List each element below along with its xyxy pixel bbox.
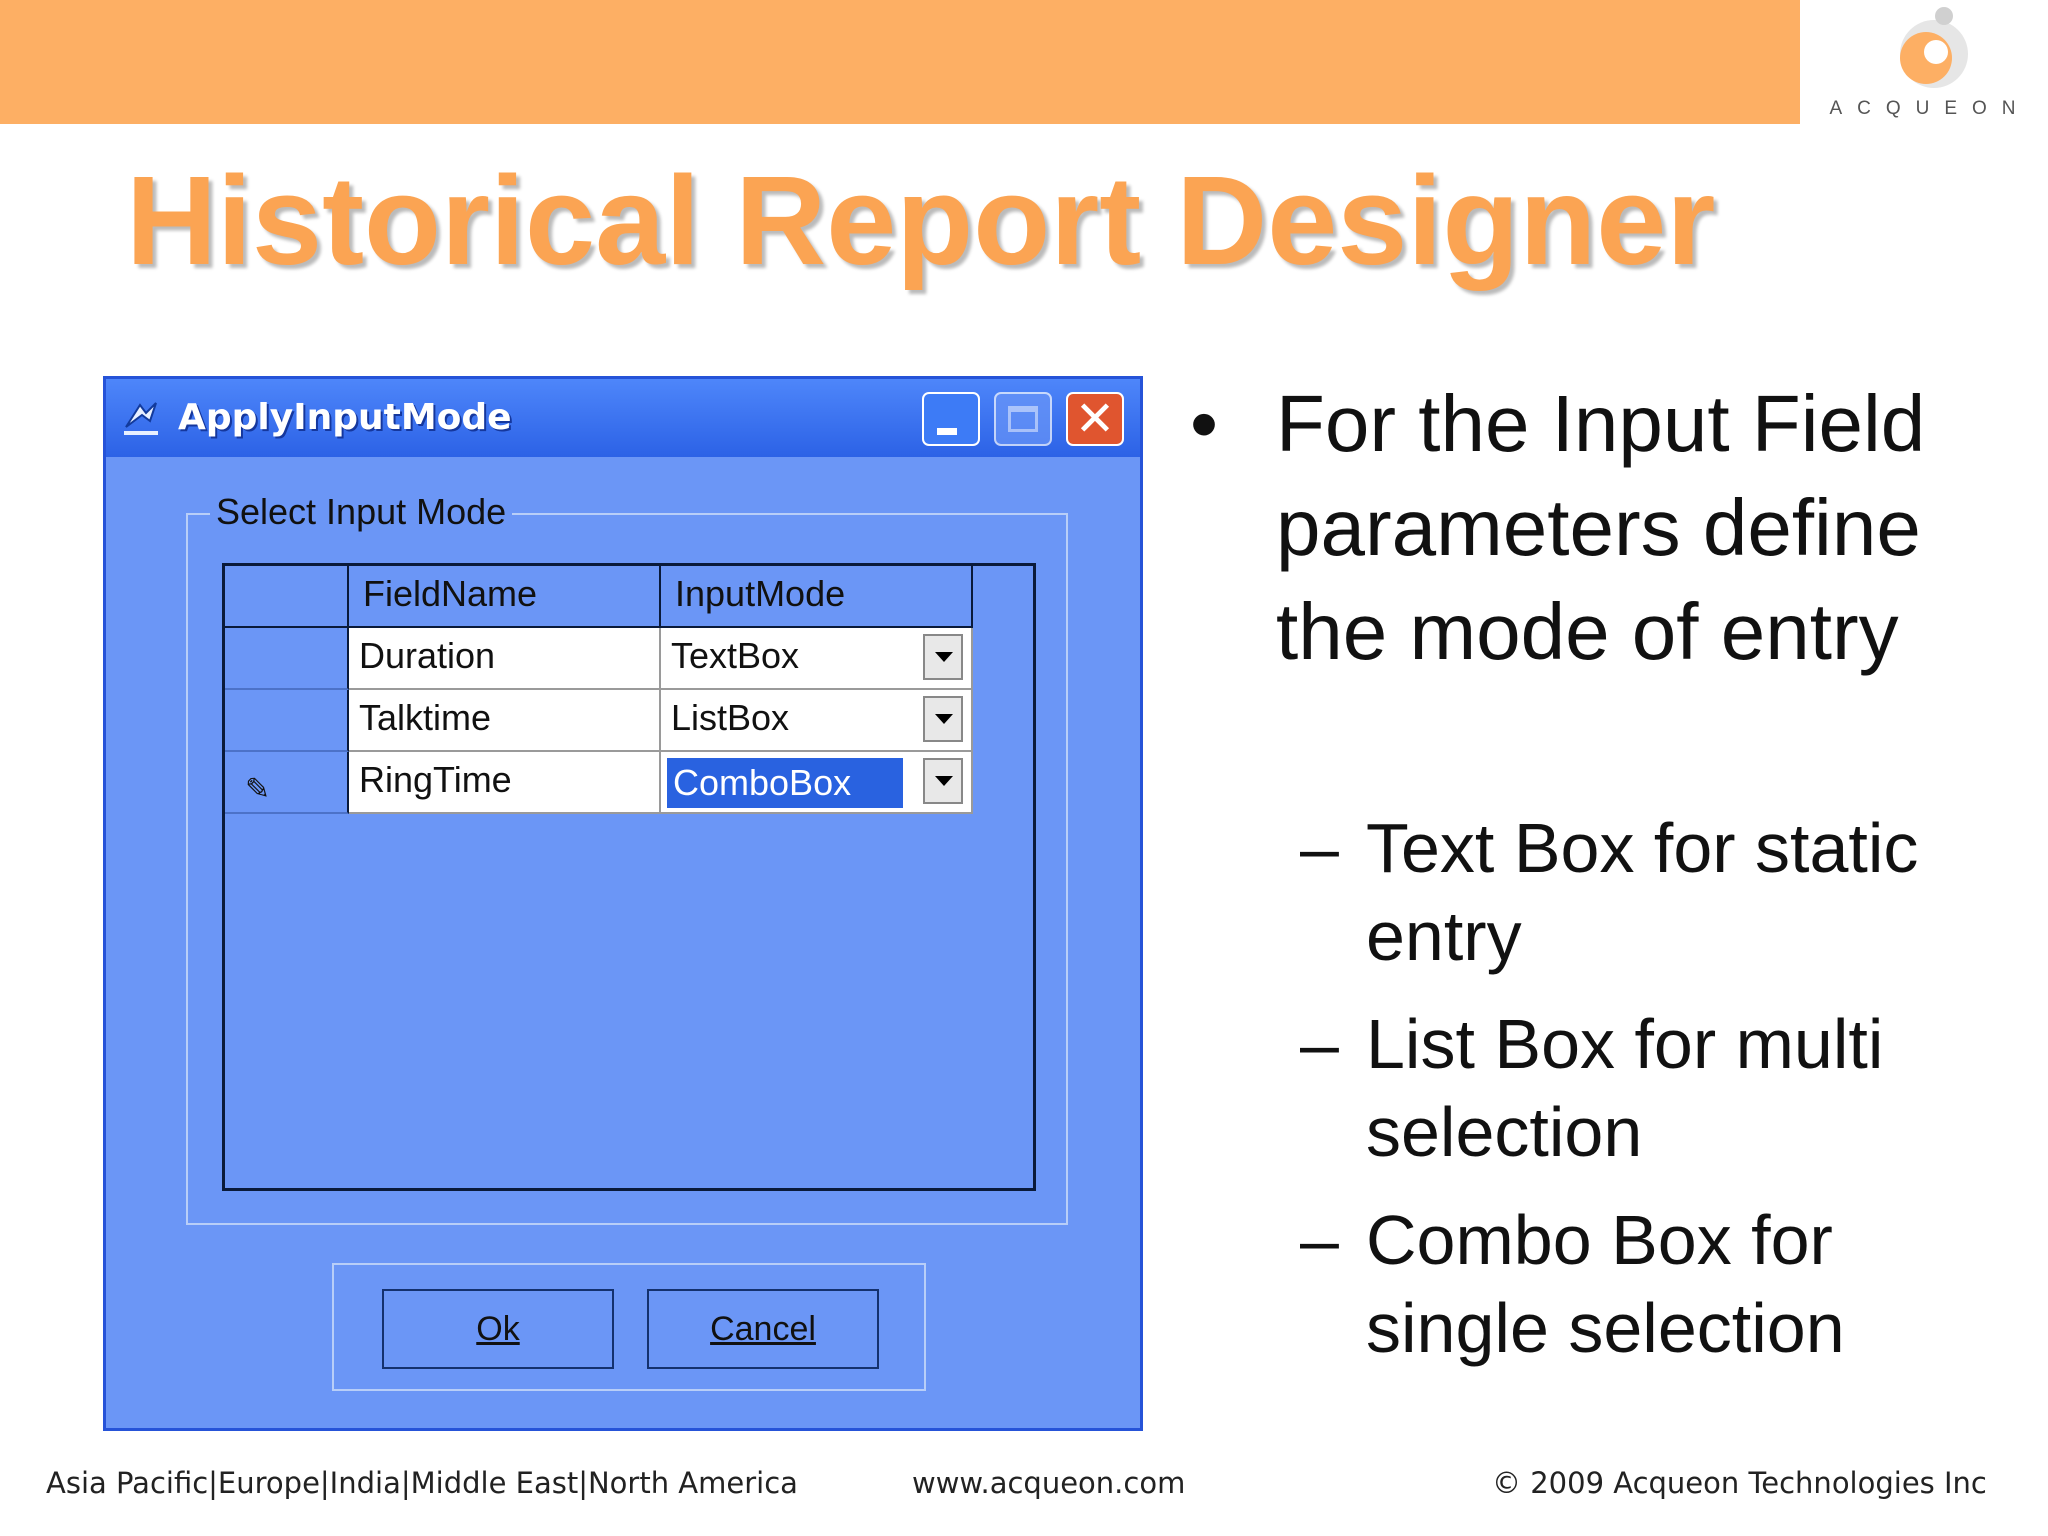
dialog-titlebar[interactable]: ApplyInputMode ✕ [106,379,1140,457]
table-row-field-cell[interactable]: RingTime [349,752,661,814]
footer-regions: Asia Pacific|Europe|India|Middle East|No… [46,1466,798,1500]
row-selector[interactable] [225,628,349,690]
minimize-icon [937,428,957,435]
column-header-inputmode[interactable]: InputMode [661,566,973,628]
dropdown-button[interactable] [923,634,963,680]
sub-bullet-marker: – [1300,1005,1339,1083]
sub-bullet-text: List Box for multi selection [1366,1005,1884,1171]
dialog-title: ApplyInputMode [178,397,512,438]
footer-url[interactable]: www.acqueon.com [912,1466,1185,1500]
close-button[interactable]: ✕ [1066,392,1124,446]
apply-input-mode-dialog: ApplyInputMode ✕ Select Input Mode Field… [103,376,1143,1431]
dropdown-button[interactable] [923,758,963,804]
bullet-marker: • [1190,379,1219,468]
select-value: TextBox [671,635,800,676]
minimize-button[interactable] [922,392,980,446]
input-mode-grid: FieldName InputMode Duration TextBox Tal… [222,563,1036,1191]
ok-button[interactable]: Ok [382,1289,614,1369]
acqueon-logo: ACQUEON [1820,0,2040,130]
select-value: ListBox [671,697,790,738]
groupbox-label: Select Input Mode [210,491,513,533]
pencil-edit-icon: ✎ [245,773,271,806]
grid-corner-cell [225,566,349,628]
input-mode-select[interactable]: TextBox [661,628,973,690]
brand-name: ACQUEON [1829,98,2031,119]
sub-bullet-marker: – [1300,809,1339,887]
header-bar [0,0,1800,124]
chevron-down-icon [935,776,953,786]
sub-bullet-text: Text Box for static entry [1366,809,1919,975]
footer-copyright: © 2009 Acqueon Technologies Inc [1492,1466,1987,1500]
input-mode-select[interactable]: ComboBox [661,752,973,814]
bullet-main-text: For the Input Field parameters define th… [1276,379,1926,676]
dropdown-button[interactable] [923,696,963,742]
app-icon [124,402,158,435]
acqueon-logo-icon [1900,7,1968,88]
maximize-icon [1008,406,1038,432]
sub-bullet-text: Combo Box for single selection [1366,1201,1845,1367]
sub-bullet-marker: – [1300,1201,1339,1279]
column-header-fieldname[interactable]: FieldName [349,566,661,628]
column-header-label: FieldName [363,573,538,614]
chevron-down-icon [935,714,953,724]
maximize-button[interactable] [994,392,1052,446]
close-icon: ✕ [1074,391,1116,447]
input-mode-select[interactable]: ListBox [661,690,973,752]
row-selector[interactable] [225,690,349,752]
cancel-button[interactable]: Cancel [647,1289,879,1369]
select-value: ComboBox [667,758,903,808]
page-title: Historical Report Designer [126,150,1716,291]
row-selector[interactable]: ✎ [225,752,349,814]
table-row-field-cell[interactable]: Duration [349,628,661,690]
column-header-label: InputMode [675,573,846,614]
chevron-down-icon [935,652,953,662]
table-row-field-cell[interactable]: Talktime [349,690,661,752]
